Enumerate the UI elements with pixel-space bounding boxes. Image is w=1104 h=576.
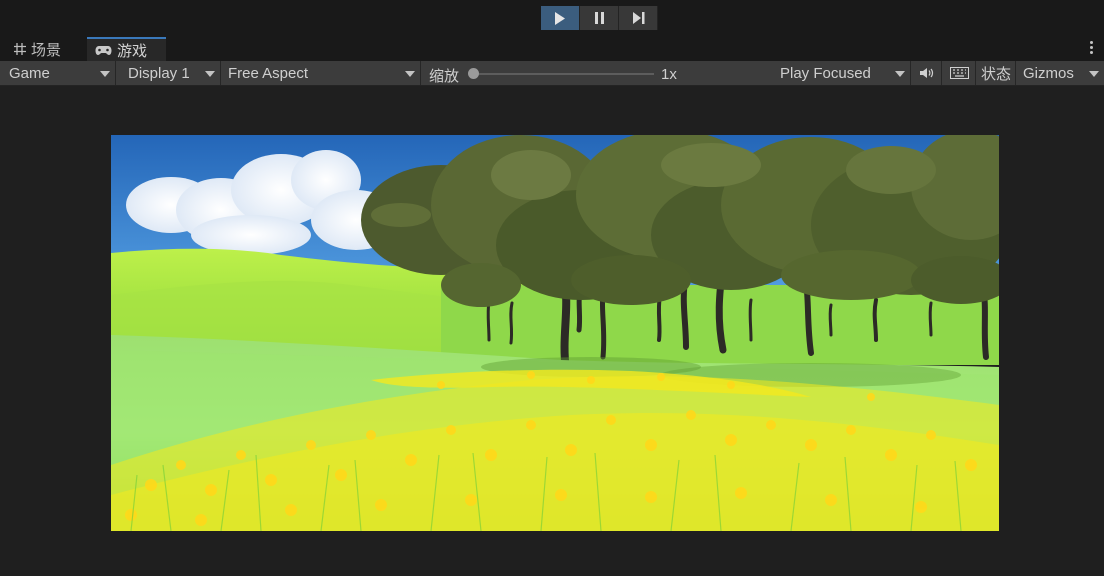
aspect-label: Free Aspect — [228, 64, 309, 82]
chevron-down-icon — [1089, 71, 1099, 77]
play-focus-label: Play Focused — [780, 64, 871, 82]
tab-scene[interactable]: 场景 — [0, 37, 86, 61]
scale-value: 1x — [661, 66, 677, 83]
display-label: Display 1 — [128, 64, 190, 82]
display-dropdown[interactable]: Display 1 — [122, 61, 221, 85]
keyboard-icon — [950, 67, 969, 79]
play-focus-dropdown[interactable]: Play Focused — [774, 61, 911, 85]
chevron-down-icon — [895, 71, 905, 77]
stats-keyboard-button[interactable] — [944, 61, 976, 85]
more-options-icon[interactable] — [1090, 41, 1094, 57]
play-button[interactable] — [541, 6, 580, 30]
stats-button[interactable]: 状态 — [977, 61, 1016, 85]
game-mode-label: Game — [9, 64, 50, 82]
aspect-dropdown[interactable]: Free Aspect — [222, 61, 421, 85]
chevron-down-icon — [100, 71, 110, 77]
scale-slider-thumb[interactable] — [468, 68, 479, 79]
chevron-down-icon — [405, 71, 415, 77]
game-render-view[interactable] — [111, 135, 999, 531]
play-icon — [555, 11, 565, 25]
scale-label: 缩放 — [429, 68, 460, 85]
step-icon — [632, 12, 644, 24]
stats-label: 状态 — [980, 65, 1011, 83]
scale-slider-track[interactable] — [472, 73, 654, 75]
pause-icon — [594, 12, 604, 24]
play-button-group — [541, 6, 658, 30]
play-controls-bar — [0, 0, 1104, 36]
game-mode-dropdown[interactable]: Game — [3, 61, 116, 85]
gamepad-icon — [95, 45, 112, 56]
game-view-toolbar: Game Display 1 Free Aspect 缩放 1x Play Fo… — [0, 61, 1104, 86]
tab-game-label: 游戏 — [117, 42, 148, 60]
tab-strip: 场景 游戏 — [0, 37, 1104, 61]
step-button[interactable] — [619, 6, 658, 30]
tab-game[interactable]: 游戏 — [87, 37, 166, 61]
mute-audio-button[interactable] — [912, 61, 942, 85]
gizmos-dropdown[interactable]: Gizmos — [1017, 61, 1104, 85]
chevron-down-icon — [205, 71, 215, 77]
speaker-icon — [919, 68, 933, 78]
landscape-render — [111, 135, 999, 531]
gizmos-label: Gizmos — [1023, 64, 1074, 82]
pause-button[interactable] — [580, 6, 619, 30]
tab-scene-label: 场景 — [31, 41, 62, 59]
grid-icon — [14, 43, 26, 55]
tree-foliage — [361, 135, 999, 307]
